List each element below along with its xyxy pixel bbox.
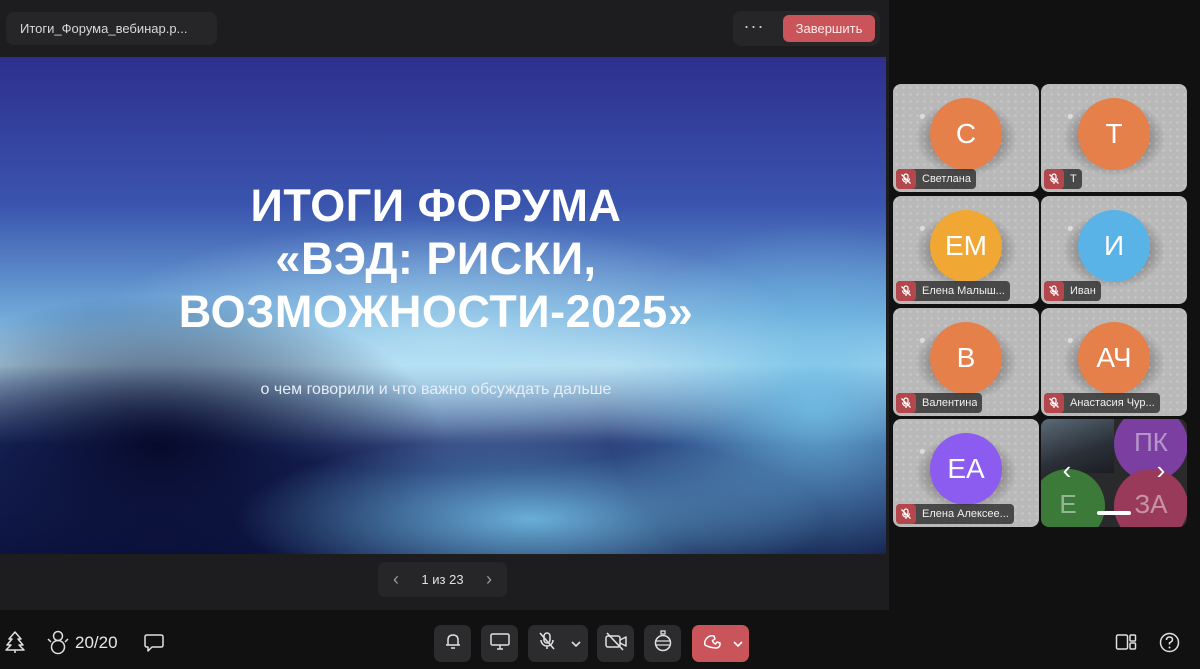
top-actions: ··· Завершить bbox=[733, 11, 880, 46]
avatar: ЕМ bbox=[930, 210, 1002, 282]
participant-tile[interactable]: ЕА Елена Алексее... bbox=[893, 419, 1039, 527]
participant-name: Валентина bbox=[922, 397, 978, 409]
camera-button[interactable] bbox=[597, 625, 634, 662]
slide-pager: ‹ 1 из 23 › bbox=[378, 562, 507, 597]
slide-title-line-1: ИТОГИ ФОРУМА bbox=[250, 180, 622, 231]
slide-counter: 1 из 23 bbox=[421, 572, 464, 587]
participant-name: Елена Малыш... bbox=[922, 285, 1005, 297]
layout-icon[interactable] bbox=[1114, 632, 1138, 652]
presentation-slide: ИТОГИ ФОРУМА «ВЭД: РИСКИ, ВОЗМОЖНОСТИ-20… bbox=[0, 57, 886, 554]
name-tag: Валентина bbox=[896, 393, 983, 413]
name-tag: Светлана bbox=[896, 169, 976, 189]
participant-video-thumbnail bbox=[1041, 419, 1114, 473]
hangup-button[interactable] bbox=[692, 625, 749, 662]
tree-icon[interactable] bbox=[4, 630, 26, 654]
avatar: ЕА bbox=[930, 433, 1002, 505]
ornament-icon bbox=[653, 630, 673, 657]
avatar: Т bbox=[1078, 98, 1150, 170]
mic-muted-icon bbox=[537, 631, 557, 656]
participant-name: Светлана bbox=[922, 173, 971, 185]
avatar: АЧ bbox=[1078, 322, 1150, 394]
chevron-down-icon[interactable] bbox=[732, 637, 744, 655]
next-page-arrow[interactable]: › bbox=[1151, 457, 1171, 485]
bell-icon bbox=[443, 631, 463, 656]
stage-top-bar: Итоги_Форума_вебинар.p... ··· Завершить bbox=[0, 0, 889, 57]
participant-tile[interactable]: С Светлана bbox=[893, 84, 1039, 192]
participant-name: Т bbox=[1070, 173, 1077, 185]
name-tag: Анастасия Чур... bbox=[1044, 393, 1160, 413]
slide-title-line-3: ВОЗМОЖНОСТИ-2025» bbox=[178, 286, 694, 337]
name-tag: Т bbox=[1044, 169, 1082, 189]
participant-name: Иван bbox=[1070, 285, 1096, 297]
avatar: С bbox=[930, 98, 1002, 170]
next-slide-button[interactable]: › bbox=[475, 562, 503, 597]
chevron-down-icon[interactable] bbox=[570, 637, 582, 655]
avatar: В bbox=[930, 322, 1002, 394]
screen-share-icon bbox=[489, 631, 511, 656]
participant-count[interactable]: 20/20 bbox=[75, 633, 118, 653]
mic-muted-icon bbox=[896, 281, 916, 301]
chat-icon[interactable] bbox=[143, 632, 165, 652]
camera-off-icon bbox=[604, 631, 628, 656]
help-icon[interactable] bbox=[1158, 631, 1180, 653]
slide-title: ИТОГИ ФОРУМА «ВЭД: РИСКИ, ВОЗМОЖНОСТИ-20… bbox=[0, 179, 872, 338]
snowman-icon[interactable] bbox=[46, 629, 70, 655]
screen-share-button[interactable] bbox=[481, 625, 518, 662]
mic-muted-icon bbox=[1044, 169, 1064, 189]
previous-slide-button[interactable]: ‹ bbox=[382, 562, 410, 597]
participant-tile[interactable]: В Валентина bbox=[893, 308, 1039, 416]
bottom-toolbar: 20/20 bbox=[0, 615, 1200, 669]
page-indicator bbox=[1097, 511, 1131, 515]
effects-button[interactable] bbox=[644, 625, 681, 662]
main-stage: Итоги_Форума_вебинар.p... ··· Завершить … bbox=[0, 0, 889, 610]
participant-name: Елена Алексее... bbox=[922, 508, 1009, 520]
name-tag: Иван bbox=[1044, 281, 1101, 301]
mic-muted-icon bbox=[1044, 281, 1064, 301]
more-options-button[interactable]: ··· bbox=[739, 15, 769, 42]
reactions-button[interactable] bbox=[434, 625, 471, 662]
participant-tile[interactable]: ЕМ Елена Малыш... bbox=[893, 196, 1039, 304]
mic-muted-icon bbox=[896, 169, 916, 189]
mic-muted-icon bbox=[896, 504, 916, 524]
mic-muted-icon bbox=[1044, 393, 1064, 413]
slide-title-line-2: «ВЭД: РИСКИ, bbox=[275, 233, 597, 284]
name-tag: Елена Алексее... bbox=[896, 504, 1014, 524]
end-presentation-button[interactable]: Завершить bbox=[783, 15, 875, 42]
participant-tile[interactable]: АЧ Анастасия Чур... bbox=[1041, 308, 1187, 416]
more-participants-tile[interactable]: ПК Е ЗА ‹ › bbox=[1041, 419, 1187, 527]
hangup-icon bbox=[701, 631, 723, 656]
file-name-pill[interactable]: Итоги_Форума_вебинар.p... bbox=[6, 12, 217, 45]
avatar: И bbox=[1078, 210, 1150, 282]
participant-tile[interactable]: И Иван bbox=[1041, 196, 1187, 304]
previous-page-arrow[interactable]: ‹ bbox=[1057, 457, 1077, 485]
participant-tile[interactable]: Т Т bbox=[1041, 84, 1187, 192]
mic-muted-icon bbox=[896, 393, 916, 413]
slide-subtitle: о чем говорили и что важно обсуждать дал… bbox=[260, 381, 612, 398]
participant-name: Анастасия Чур... bbox=[1070, 397, 1155, 409]
name-tag: Елена Малыш... bbox=[896, 281, 1010, 301]
microphone-button[interactable] bbox=[528, 625, 588, 662]
